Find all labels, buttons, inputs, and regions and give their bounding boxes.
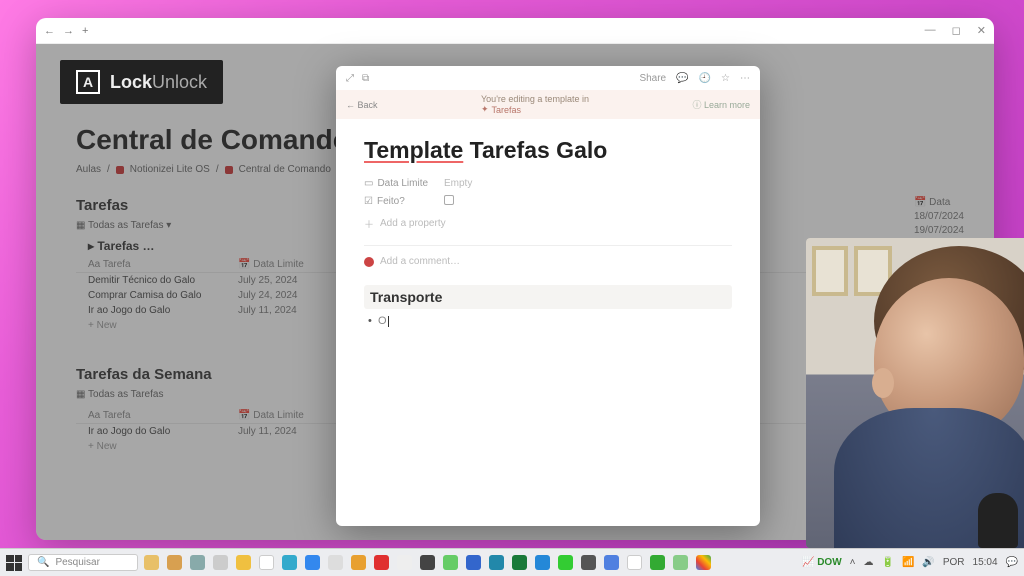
comments-icon[interactable]: 💬 <box>676 73 688 84</box>
app-icon[interactable] <box>581 555 596 570</box>
learn-more-link[interactable]: ⓘ Learn more <box>692 98 750 111</box>
feito-checkbox[interactable] <box>444 195 454 205</box>
search-icon: 🔍 <box>37 557 49 568</box>
start-button[interactable] <box>6 555 22 571</box>
window-topbar: ← → + — ◻ ✕ <box>36 18 994 44</box>
calendar-icon: ▭ <box>364 178 373 189</box>
window-max-icon[interactable]: ◻ <box>952 24 961 37</box>
badge-logo: A <box>76 70 100 94</box>
app-icon[interactable] <box>673 555 688 570</box>
app-icon[interactable] <box>558 555 573 570</box>
app-icon[interactable] <box>420 555 435 570</box>
peek-icon[interactable]: ⧉ <box>362 73 369 84</box>
notifications-icon[interactable]: 💬 <box>1006 557 1018 568</box>
heading-block[interactable]: Transporte <box>364 285 732 309</box>
clock[interactable]: 15:04 <box>973 557 998 568</box>
clock-icon[interactable]: 🕘 <box>699 73 711 84</box>
banner-db-link[interactable]: ✦ Tarefas <box>481 104 589 115</box>
text-caret <box>388 316 389 327</box>
window-min-icon[interactable]: — <box>925 24 936 37</box>
search-placeholder: Pesquisar <box>55 557 99 568</box>
banner-back[interactable]: ← Back <box>346 100 378 110</box>
onedrive-icon[interactable]: ☁ <box>863 557 873 568</box>
app-icon[interactable] <box>259 555 274 570</box>
stock-widget[interactable]: 📈 DOW <box>802 557 842 568</box>
app-icon[interactable] <box>213 555 228 570</box>
battery-icon[interactable]: 🔋 <box>881 557 893 568</box>
wifi-icon[interactable]: 📶 <box>902 557 914 568</box>
app-icon[interactable] <box>627 555 642 570</box>
app-icon[interactable] <box>190 555 205 570</box>
expand-icon[interactable]: ⤢ <box>346 73 354 84</box>
property-feito[interactable]: ☑Feito? <box>364 195 732 208</box>
template-title[interactable]: Template Tarefas Galo <box>364 137 732 164</box>
app-icon[interactable] <box>236 555 251 570</box>
h2-transporte[interactable]: Transporte <box>370 289 726 305</box>
system-tray: 📈 DOW ˄ ☁ 🔋 📶 🔊 POR 15:04 💬 <box>802 557 1018 568</box>
share-button[interactable]: Share <box>639 73 666 84</box>
template-banner: ← Back You're editing a template in ✦ Ta… <box>336 90 760 119</box>
property-value-empty[interactable]: Empty <box>444 178 472 189</box>
template-editor-modal: ⤢ ⧉ Share 💬 🕘 ☆ ⋯ ← Back You're editing … <box>336 66 760 526</box>
taskbar-search[interactable]: 🔍 Pesquisar <box>28 554 138 571</box>
lock-unlock-badge: A LockUnlock <box>60 60 223 104</box>
language-indicator[interactable]: POR <box>943 557 965 568</box>
modal-toolbar: ⤢ ⧉ Share 💬 🕘 ☆ ⋯ <box>336 66 760 90</box>
chrome-icon[interactable] <box>696 555 711 570</box>
nav-fwd-icon[interactable]: → <box>63 25 74 37</box>
bullet-item[interactable]: O <box>364 315 732 327</box>
taskbar-apps <box>144 555 711 570</box>
outlook-icon[interactable] <box>535 555 550 570</box>
more-icon[interactable]: ⋯ <box>740 73 750 84</box>
app-icon[interactable] <box>604 555 619 570</box>
word-icon[interactable] <box>489 555 504 570</box>
divider <box>364 245 732 246</box>
app-icon[interactable] <box>466 555 481 570</box>
tray-chevron-icon[interactable]: ˄ <box>850 557 856 568</box>
app-icon[interactable] <box>650 555 665 570</box>
nav-back-icon[interactable]: ← <box>44 25 55 37</box>
volume-icon[interactable]: 🔊 <box>922 557 934 568</box>
app-icon[interactable] <box>167 555 182 570</box>
add-comment[interactable]: Add a comment… <box>364 256 732 267</box>
add-property-button[interactable]: ＋ Add a property <box>364 216 732 231</box>
app-icon[interactable] <box>328 555 343 570</box>
property-data-limite[interactable]: ▭Data Limite Empty <box>364 178 732 189</box>
opera-icon[interactable] <box>374 555 389 570</box>
windows-taskbar: 🔍 Pesquisar 📈 DOW ˄ ☁ 🔋 📶 🔊 <box>0 548 1024 576</box>
app-icon[interactable] <box>443 555 458 570</box>
star-icon[interactable]: ☆ <box>721 73 730 84</box>
checkbox-icon: ☑ <box>364 196 373 207</box>
app-icon[interactable] <box>144 555 159 570</box>
window-close-icon[interactable]: ✕ <box>977 24 986 37</box>
webcam-overlay <box>806 238 1024 548</box>
app-icon[interactable] <box>351 555 366 570</box>
edge-icon[interactable] <box>282 555 297 570</box>
avatar <box>364 257 374 267</box>
banner-msg: You're editing a template in <box>481 94 589 104</box>
nav-add-icon[interactable]: + <box>82 25 88 37</box>
app-icon[interactable] <box>397 555 412 570</box>
modal-body: Template Tarefas Galo ▭Data Limite Empty… <box>336 119 760 526</box>
app-icon[interactable] <box>305 555 320 570</box>
excel-icon[interactable] <box>512 555 527 570</box>
